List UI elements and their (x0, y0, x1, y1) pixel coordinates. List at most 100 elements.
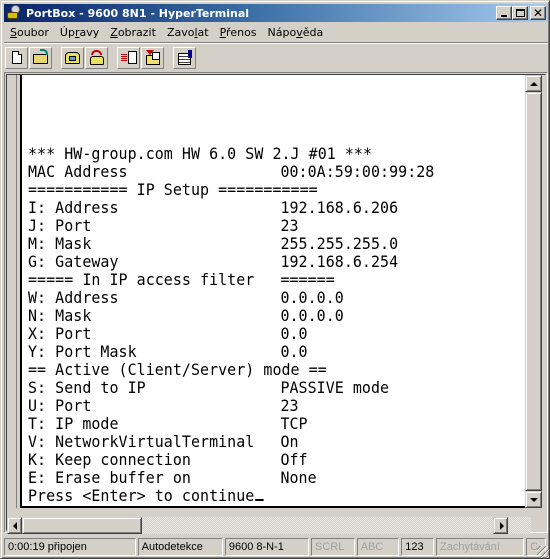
terminal-line-value: PASSIVE mode (280, 378, 390, 397)
terminal-line-label: T: IP mode (28, 414, 119, 433)
open-button[interactable] (29, 47, 52, 69)
arrow-left-icon (13, 522, 17, 530)
menu-4[interactable]: Přenos (214, 24, 262, 41)
terminal-line: Y: Port Mask 0.0 (28, 343, 372, 361)
terminal-line-label: MAC Address (28, 162, 128, 181)
menu-2[interactable]: Zobrazit (104, 24, 161, 41)
terminal-line-value: 00:0A:59:00:99:28 (280, 162, 435, 181)
menu-0[interactable]: Soubor (4, 24, 54, 41)
properties-button[interactable] (173, 47, 196, 69)
terminal-line: W: Address 0.0.0.0 (28, 289, 372, 307)
terminal-line-value: 255.255.255.0 (280, 234, 399, 253)
terminal-line: MAC Address 00:0A:59:00:99:28 (28, 162, 434, 181)
terminal-line: V: NetworkVirtualTerminal On (28, 433, 372, 451)
terminal-output: *** HW-group.com HW 6.0 SW 2.J #01 *** MA… (28, 109, 434, 505)
terminal-line-label: *** HW-group.com HW 6.0 SW 2.J #01 *** (28, 144, 373, 163)
scroll-down-button[interactable] (525, 491, 542, 508)
status-bar: 0:00:19 připojen Autodetekce 9600 8-N-1 SCR… (4, 538, 548, 556)
terminal-line-label: Press <Enter> to continue (28, 486, 255, 505)
terminal-line: U: Port 23 (28, 397, 372, 415)
terminal-line: ===== In IP access filter ====== (28, 271, 372, 289)
menu-3[interactable]: Zavolat (161, 24, 214, 41)
new-button[interactable] (5, 47, 28, 69)
vertical-scrollbar[interactable] (525, 75, 542, 508)
terminal-line-label: K: Keep connection (28, 450, 191, 469)
disconnect-button[interactable] (85, 47, 108, 69)
terminal-line: S: Send to IP PASSIVE mode (28, 378, 389, 397)
open-folder-icon (33, 54, 48, 64)
terminal-line-label: W: Address (28, 288, 119, 307)
resize-grip-icon[interactable] (537, 546, 549, 558)
terminal-line-label: =========== IP Setup =========== (28, 180, 318, 199)
call-button[interactable] (61, 47, 84, 69)
close-button[interactable]: ✕ (530, 6, 546, 20)
terminal-line-label: G: Gateway (28, 252, 119, 271)
terminal-line-value: 192.168.6.206 (280, 198, 399, 217)
status-cell: Zachytávání (435, 538, 525, 556)
terminal-line: J: Port 23 (28, 217, 372, 235)
terminal-line-label: ===== In IP access filter (28, 270, 255, 289)
scroll-right-button[interactable] (493, 517, 508, 534)
hyperterminal-icon[interactable] (6, 5, 22, 21)
terminal-line: T: IP mode TCP (28, 415, 372, 433)
text-cursor (255, 499, 264, 501)
terminal-line: *** HW-group.com HW 6.0 SW 2.J #01 *** (28, 145, 372, 163)
status-cell: 0:00:19 připojen (4, 538, 136, 556)
maximize-button[interactable] (512, 6, 528, 20)
terminal-line: =========== IP Setup =========== (28, 181, 372, 199)
send-file-button[interactable] (117, 47, 140, 69)
menu-5[interactable]: Nápověda (262, 24, 329, 41)
horizontal-scrollbar[interactable] (7, 517, 531, 534)
terminal-line: Press <Enter> to continue (28, 487, 372, 505)
title-bar[interactable]: PortBox - 9600 8N1 - HyperTerminal ✕ (4, 4, 548, 22)
menu-1[interactable]: Úpravy (54, 24, 104, 41)
arrow-up-icon (530, 82, 538, 86)
terminal-line-label: J: Port (28, 216, 92, 235)
terminal-line-value: ====== (280, 270, 335, 289)
terminal-line-label: M: Mask (28, 234, 92, 253)
terminal-line: K: Keep connection Off (28, 451, 372, 469)
terminal-line-label: S: Send to IP (28, 378, 146, 397)
menu-bar: Soubor Úpravy Zobrazit Zavolat Přenos Nápověd… (4, 23, 548, 42)
terminal-line-value: 0.0.0.0 (280, 288, 344, 307)
terminal-screen[interactable]: *** HW-group.com HW 6.0 SW 2.J #01 *** MA… (20, 75, 525, 508)
minimize-icon (501, 15, 507, 17)
terminal-line-value: On (280, 432, 299, 451)
terminal-line: I: Address 192.168.6.206 (28, 199, 398, 217)
send-file-icon (128, 51, 137, 64)
terminal-line: N: Mask 0.0.0.0 (28, 307, 372, 325)
scroll-left-button[interactable] (7, 517, 22, 534)
terminal-line-value: Off (280, 450, 308, 469)
maximize-icon (516, 9, 525, 17)
terminal-frame: *** HW-group.com HW 6.0 SW 2.J #01 *** MA… (4, 72, 548, 533)
minimize-button[interactable] (496, 6, 512, 20)
status-cell: 123 (401, 538, 434, 556)
terminal-line: E: Erase buffer on None (28, 469, 372, 487)
arrow-down-icon (530, 498, 538, 502)
horizontal-scroll-thumb[interactable] (22, 517, 142, 534)
terminal-line-label: Y: Port Mask (28, 342, 137, 361)
receive-file-button[interactable] (141, 47, 164, 69)
toolbar (5, 46, 197, 70)
terminal-line: X: Port 0.0 (28, 325, 372, 343)
status-cell: 9600 8-N-1 (224, 538, 310, 556)
status-cell: SCRL (311, 538, 355, 556)
window-title: PortBox - 9600 8N1 - HyperTerminal (26, 6, 250, 20)
close-icon: ✕ (532, 6, 544, 20)
terminal-line-label: X: Port (28, 324, 92, 343)
phone-hangup-icon (90, 56, 104, 65)
terminal-line-value: None (280, 468, 317, 487)
terminal-line-label: N: Mask (28, 306, 92, 325)
new-document-icon (12, 51, 22, 64)
arrow-right-icon (500, 522, 504, 530)
terminal-line-label: == Active (Client/Server) mode == (28, 360, 327, 379)
terminal-line: == Active (Client/Server) mode == (28, 361, 372, 379)
terminal-line-value: 23 (280, 216, 299, 235)
terminal-line: G: Gateway 192.168.6.254 (28, 252, 398, 271)
scroll-up-button[interactable] (525, 75, 542, 92)
terminal-line-value: 192.168.6.254 (280, 252, 399, 271)
terminal-line-label: U: Port (28, 396, 92, 415)
vertical-scroll-thumb[interactable] (525, 92, 542, 491)
